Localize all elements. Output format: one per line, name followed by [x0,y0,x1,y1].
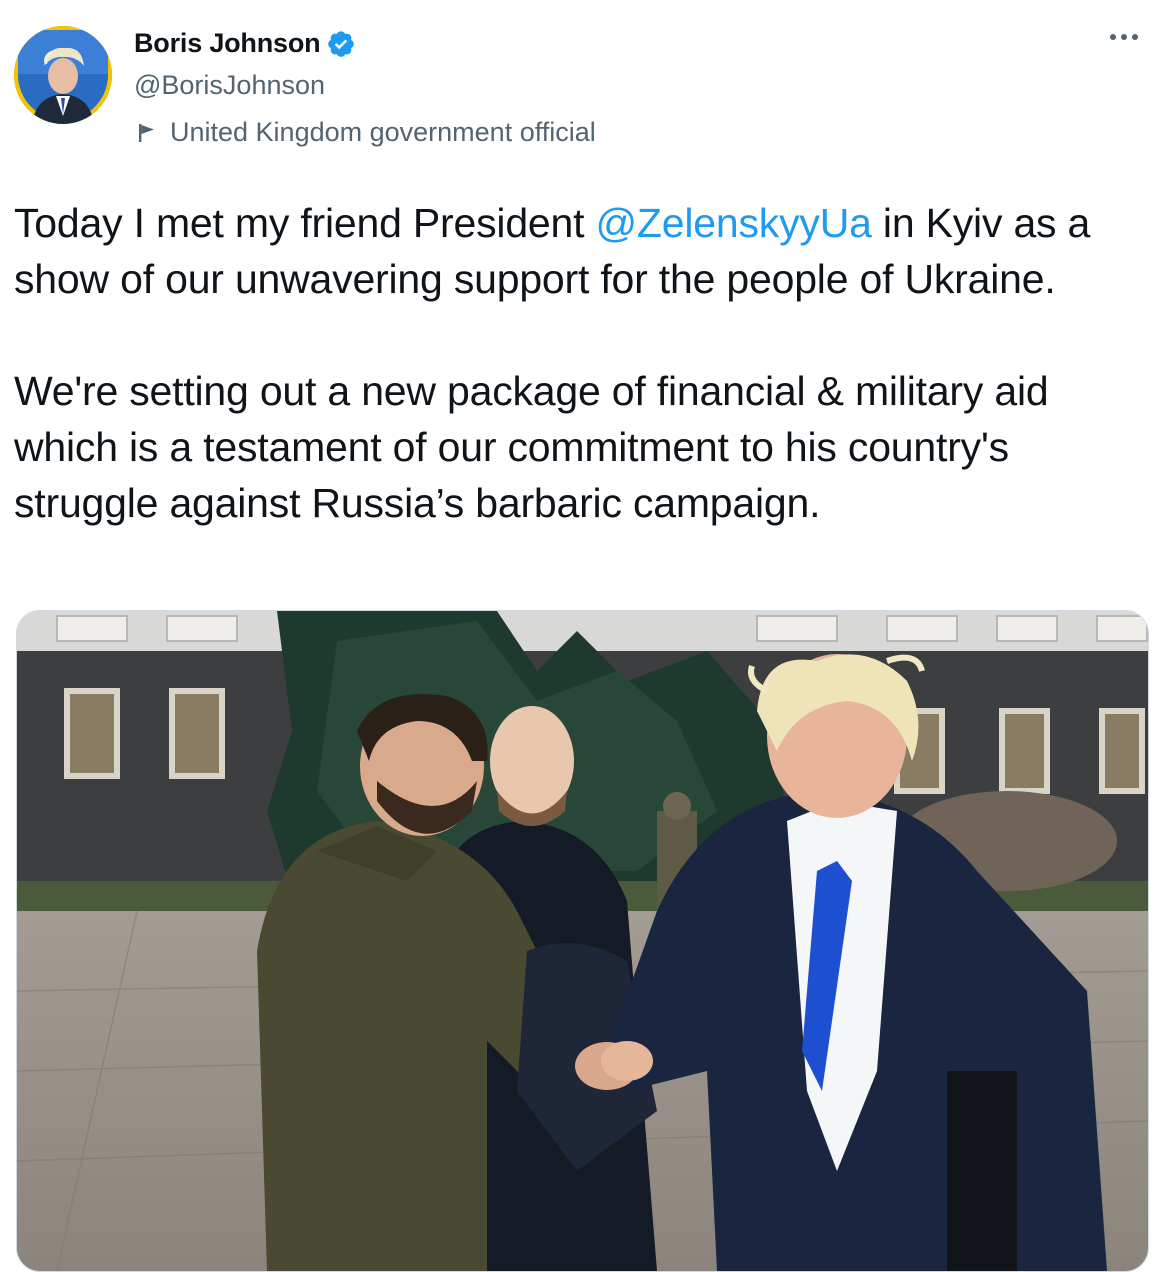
flag-icon [139,123,154,142]
avatar[interactable] [14,26,112,124]
profile-photo [14,26,112,124]
more-dot [1132,34,1138,40]
government-label[interactable]: United Kingdom government official [136,117,596,148]
more-horizontal-icon [1110,34,1116,40]
tweet-text: Today I met my friend President @Zelensk… [14,195,1149,531]
more-dot [1121,34,1127,40]
mention-link[interactable]: @ZelenskyyUa [596,200,872,246]
tweet-paragraph-1: Today I met my friend President @Zelensk… [14,195,1149,307]
author-handle[interactable]: @BorisJohnson [134,70,325,101]
photo-illustration [17,611,1148,1271]
tweet-card: Boris Johnson @BorisJohnson United Kingd… [0,0,1162,1272]
author-name-row: Boris Johnson [134,28,356,59]
more-options-button[interactable] [1106,26,1142,48]
author-display-name[interactable]: Boris Johnson [134,28,321,59]
verified-badge-icon [328,30,355,57]
tweet-photo[interactable] [16,610,1149,1272]
government-label-text: United Kingdom government official [170,117,596,147]
tweet-paragraph-2: We're setting out a new package of finan… [14,368,1049,526]
tweet-text-part: Today I met my friend President [14,200,596,246]
